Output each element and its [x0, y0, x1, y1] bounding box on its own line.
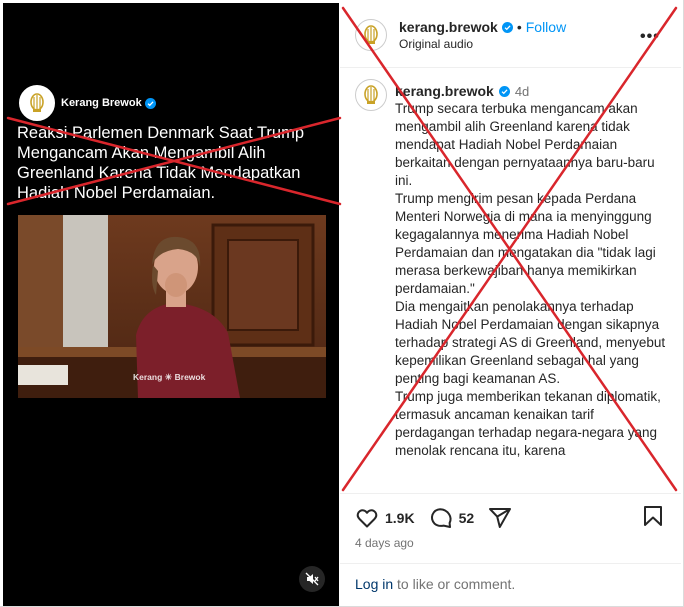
caption-paragraph: Trump secara terbuka mengancam akan meng… [395, 101, 655, 188]
brand-logo-icon [19, 85, 55, 121]
comment-action[interactable]: 52 [429, 506, 475, 530]
speaker-muted-icon [305, 572, 319, 586]
follow-button[interactable]: Follow [526, 19, 566, 35]
header-username-row: kerang.brewok • Follow [399, 19, 566, 35]
share-icon [489, 508, 512, 528]
dot-separator: • [516, 19, 522, 35]
avatar[interactable] [355, 79, 387, 111]
action-bar: 1.9K 52 [355, 504, 665, 532]
post-header: kerang.brewok • Follow Original audio [355, 15, 566, 55]
video-headline: Reaksi Parlemen Denmark Saat Trump Menga… [17, 124, 305, 202]
caption-paragraph: Trump mengirim pesan kepada Perdana Ment… [395, 191, 656, 296]
save-bookmark-icon[interactable] [641, 504, 665, 533]
verified-badge-icon [501, 21, 513, 33]
login-link[interactable]: Log in [355, 576, 393, 592]
verified-badge-icon [144, 97, 156, 109]
more-options-icon[interactable]: ••• [640, 28, 660, 46]
video-panel[interactable]: Kerang Brewok Reaksi Parlemen Denmark Sa… [3, 3, 339, 606]
caption-paragraph: Dia mengaitkan penolakannya terhadap Had… [395, 299, 666, 386]
audio-link[interactable]: Original audio [399, 37, 566, 51]
post-panel: kerang.brewok • Follow Original audio ••… [340, 3, 681, 606]
video-frame-image [18, 215, 326, 398]
header-text: kerang.brewok • Follow Original audio [399, 19, 566, 51]
username-link[interactable]: kerang.brewok [399, 19, 498, 35]
like-count: 1.9K [385, 510, 415, 526]
login-prompt: Log in to like or comment. [355, 576, 515, 592]
avatar[interactable] [355, 19, 387, 51]
brand-logo-icon [364, 25, 378, 44]
post-date[interactable]: 4 days ago [355, 536, 414, 550]
share-action[interactable] [488, 506, 512, 530]
divider [340, 493, 681, 494]
comment-icon [430, 508, 452, 528]
heart-icon [356, 509, 378, 528]
video-brand-header: Kerang Brewok [19, 85, 156, 121]
caption-paragraph: Trump juga memberikan tekanan diplomatik… [395, 389, 661, 458]
comment-count: 52 [458, 510, 475, 526]
brand-logo-icon [364, 85, 378, 104]
video-watermark: Kerang ☀ Brewok [133, 372, 206, 382]
divider [340, 563, 681, 564]
video-brand-name: Kerang Brewok [61, 97, 156, 109]
mute-toggle-button[interactable] [299, 566, 325, 592]
video-brand-label: Kerang Brewok [61, 97, 142, 109]
verified-badge-icon [498, 85, 510, 97]
divider [340, 67, 681, 68]
caption-username-link[interactable]: kerang.brewok [395, 83, 494, 99]
caption-area[interactable]: kerang.brewok 4d Trump secara terbuka me… [355, 79, 673, 490]
screenshot-frame: Kerang Brewok Reaksi Parlemen Denmark Sa… [0, 0, 684, 607]
like-action[interactable]: 1.9K [355, 506, 415, 530]
caption-timestamp: 4d [514, 83, 530, 99]
caption-meta: kerang.brewok 4d [395, 83, 529, 99]
login-prompt-text: to like or comment. [393, 576, 516, 592]
caption-text: Trump secara terbuka mengancam akan meng… [395, 100, 667, 460]
